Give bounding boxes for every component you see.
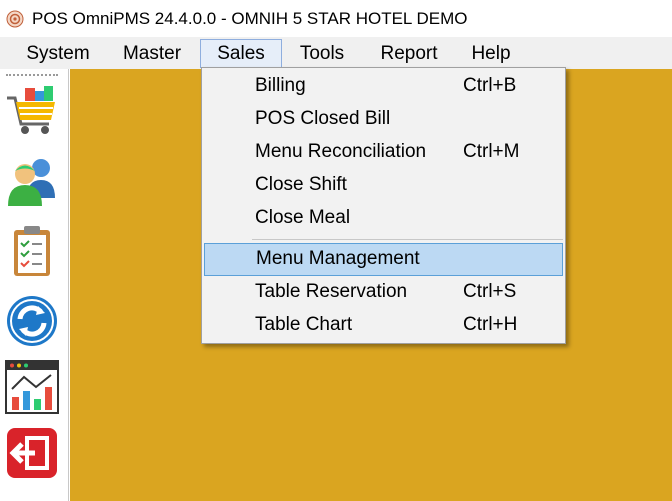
app-logo-icon: [6, 10, 24, 27]
users-icon: [8, 159, 55, 206]
menu-item-close-shift[interactable]: Close Shift: [204, 169, 563, 202]
exit-icon: [7, 428, 57, 478]
menu-item-label: Menu Reconciliation: [255, 141, 427, 162]
menu-item-table-reservation[interactable]: Table Reservation Ctrl+S: [204, 276, 563, 309]
menu-bar: System Master Sales Tools Report Help: [0, 37, 672, 69]
menu-item-billing[interactable]: Billing Ctrl+B: [204, 70, 563, 103]
refresh-icon: [7, 296, 57, 346]
shortcut-text: Ctrl+S: [463, 281, 517, 302]
menu-sales[interactable]: Sales: [200, 39, 282, 68]
menu-item-menu-reconciliation[interactable]: Menu Reconciliation Ctrl+M: [204, 136, 563, 169]
shortcut-text: Ctrl+H: [463, 314, 518, 335]
shopping-cart-icon: [7, 86, 55, 134]
menu-item-label: Table Chart: [255, 314, 353, 335]
shortcut-text: Ctrl+B: [463, 75, 517, 96]
menu-item-label: POS Closed Bill: [255, 108, 391, 129]
title-bar: POS OmniPMS 24.4.0.0 - OMNIH 5 STAR HOTE…: [0, 0, 672, 37]
menu-item-close-meal[interactable]: Close Meal: [204, 202, 563, 235]
menu-item-menu-management[interactable]: Menu Management: [204, 243, 563, 276]
menu-item-pos-closed-bill[interactable]: POS Closed Bill: [204, 103, 563, 136]
exit-button[interactable]: [4, 425, 60, 481]
checklist-button[interactable]: [4, 223, 60, 279]
cart-button[interactable]: [4, 83, 60, 139]
menu-master[interactable]: Master: [110, 39, 194, 68]
analytics-button[interactable]: [4, 359, 60, 415]
menu-report[interactable]: Report: [368, 39, 450, 68]
shortcut-text: Ctrl+M: [463, 141, 520, 162]
menu-item-label: Menu Management: [256, 248, 420, 269]
refresh-button[interactable]: [4, 293, 60, 349]
window-title: POS OmniPMS 24.4.0.0 - OMNIH 5 STAR HOTE…: [32, 8, 468, 28]
menu-item-table-chart[interactable]: Table Chart Ctrl+H: [204, 309, 563, 342]
sales-dropdown-menu: Billing Ctrl+B POS Closed Bill Menu Reco…: [201, 67, 566, 344]
clipboard-icon: [14, 226, 50, 276]
users-button[interactable]: [4, 153, 60, 209]
menu-item-label: Close Meal: [255, 207, 351, 228]
menu-item-label: Table Reservation: [255, 281, 408, 302]
toolbar-grip[interactable]: [6, 74, 58, 76]
analytics-icon: [5, 360, 59, 414]
side-toolbar: [0, 69, 69, 501]
menu-tools[interactable]: Tools: [287, 39, 357, 68]
menu-item-label: Close Shift: [255, 174, 347, 195]
menu-help[interactable]: Help: [460, 39, 522, 68]
menu-system[interactable]: System: [14, 39, 102, 68]
menu-item-label: Billing: [255, 75, 306, 96]
menu-separator: [252, 239, 563, 240]
